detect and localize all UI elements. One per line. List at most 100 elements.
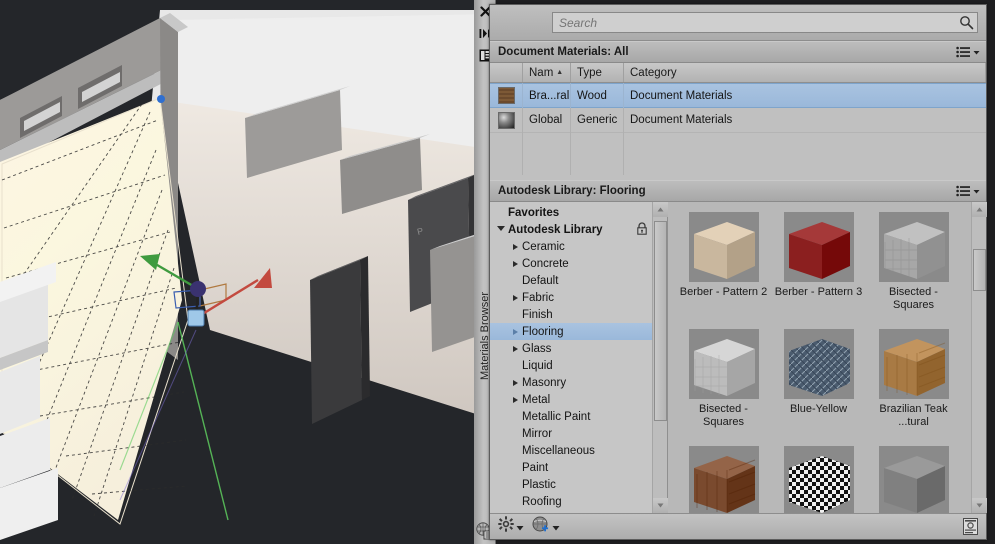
tree-item-favorites[interactable]: Favorites: [490, 204, 652, 221]
material-cell[interactable]: Bisected - Squares: [676, 325, 771, 442]
library-body: Favorites Autodesk Library Ceramic Concrete…: [490, 202, 987, 513]
tree-item-liquid[interactable]: Liquid: [490, 357, 652, 374]
tree-item-autodesk-library[interactable]: Autodesk Library: [490, 221, 652, 238]
scroll-down-icon[interactable]: [971, 498, 987, 513]
browser-footer: [490, 513, 986, 539]
tree-item-masonry[interactable]: Masonry: [490, 374, 652, 391]
bisected-squares-light-swatch[interactable]: [688, 329, 759, 399]
search-icon[interactable]: [955, 15, 977, 30]
new-material-button[interactable]: [530, 515, 562, 539]
library-tree[interactable]: Favorites Autodesk Library Ceramic Concrete…: [490, 202, 652, 513]
table-row[interactable]: Global Generic Document Materials: [490, 107, 986, 133]
tree-item-metallic-paint[interactable]: Metallic Paint: [490, 408, 652, 425]
tree-item-label: Favorites: [508, 206, 560, 219]
materials-browser-screen: P Materials Browser Search Document Mate…: [0, 0, 995, 544]
column-header-type[interactable]: Type: [571, 63, 624, 82]
tree-item-label: Finish: [522, 308, 553, 321]
chevron-right-icon[interactable]: [508, 379, 522, 386]
chevron-right-icon[interactable]: [508, 243, 522, 250]
scroll-up-icon[interactable]: [652, 202, 668, 217]
column-header-category[interactable]: Category: [624, 63, 986, 82]
search-row: [490, 5, 986, 41]
material-label: Bisected - Squares: [889, 286, 938, 311]
tree-scroll-track[interactable]: [653, 217, 668, 498]
chevron-right-icon[interactable]: [508, 294, 522, 301]
viewport-render: P: [0, 0, 495, 544]
list-options-icon[interactable]: [956, 46, 980, 58]
tree-item-fabric[interactable]: Fabric: [490, 289, 652, 306]
material-cell[interactable]: Berber - Pattern 3: [771, 208, 866, 325]
material-cell[interactable]: [676, 442, 771, 513]
tree-item-default[interactable]: Default: [490, 272, 652, 289]
tree-item-label: Plastic: [522, 478, 556, 491]
blue-yellow-swatch[interactable]: [783, 329, 854, 399]
berber-pattern-2-swatch[interactable]: [688, 212, 759, 282]
tree-item-roofing[interactable]: Roofing: [490, 493, 652, 510]
materials-browser-panel: Document Materials: All Nam ▲: [489, 4, 987, 540]
3d-viewport[interactable]: P: [0, 0, 495, 544]
search-input[interactable]: [553, 15, 955, 30]
view-mode-icon[interactable]: [960, 518, 980, 536]
grid-scroll-track[interactable]: [972, 217, 987, 498]
material-label: Bisected - Squares: [699, 403, 748, 428]
material-cell[interactable]: [866, 442, 961, 513]
chevron-down-icon[interactable]: [552, 518, 560, 536]
global-swatch: [497, 111, 515, 129]
tree-scrollbar[interactable]: [652, 202, 668, 513]
chevron-down-icon[interactable]: [494, 225, 508, 234]
table-rows: Bra...ral Wood Document Materials Global…: [490, 83, 986, 180]
brazilian-teak-swatch[interactable]: [878, 329, 949, 399]
tree-item-ceramic[interactable]: Ceramic: [490, 238, 652, 255]
column-header-category-label: Category: [630, 66, 677, 79]
tree-item-label: Mirror: [522, 427, 553, 440]
checker-swatch[interactable]: [783, 446, 854, 513]
tree-item-miscellaneous[interactable]: Miscellaneous: [490, 442, 652, 459]
bisected-squares-grey-swatch[interactable]: [878, 212, 949, 282]
grid-scrollbar[interactable]: [971, 202, 987, 513]
tree-scroll-thumb[interactable]: [653, 221, 667, 421]
chevron-right-icon[interactable]: [508, 396, 522, 403]
chevron-right-icon[interactable]: [508, 260, 522, 267]
tree-item-mirror[interactable]: Mirror: [490, 425, 652, 442]
tree-item-glass[interactable]: Glass: [490, 340, 652, 357]
material-grid-scroll[interactable]: Berber - Pattern 2 Berber - Pattern 3 Bise…: [668, 202, 971, 513]
chevron-right-icon[interactable]: [508, 345, 522, 352]
column-header-name[interactable]: Nam ▲: [523, 63, 571, 82]
list-options-icon[interactable]: [956, 185, 980, 197]
material-cell[interactable]: Bisected - Squares: [866, 208, 961, 325]
material-cell[interactable]: Berber - Pattern 2: [676, 208, 771, 325]
row-type-cell: Generic: [571, 107, 624, 133]
table-row[interactable]: Bra...ral Wood Document Materials: [490, 83, 986, 108]
scroll-up-icon[interactable]: [971, 202, 987, 217]
new-material-sphere-icon[interactable]: [532, 516, 550, 538]
chevron-right-icon[interactable]: [508, 328, 522, 335]
material-cell[interactable]: [771, 442, 866, 513]
grey-swatch[interactable]: [878, 446, 949, 513]
row-swatch-cell: [490, 107, 523, 133]
material-cell[interactable]: Blue-Yellow: [771, 325, 866, 442]
tree-item-paint[interactable]: Paint: [490, 459, 652, 476]
material-cell[interactable]: Brazilian Teak ...tural: [866, 325, 961, 442]
chevron-down-icon[interactable]: [516, 518, 524, 536]
berber-pattern-3-swatch[interactable]: [783, 212, 854, 282]
tree-item-finish[interactable]: Finish: [490, 306, 652, 323]
tree-item-label: Paint: [522, 461, 549, 474]
scroll-down-icon[interactable]: [652, 498, 668, 513]
material-label: Brazilian Teak ...tural: [879, 403, 948, 428]
library-tree-pane: Favorites Autodesk Library Ceramic Concrete…: [490, 202, 668, 513]
tree-item-flooring[interactable]: Flooring: [490, 323, 652, 340]
column-header-swatch[interactable]: [490, 63, 523, 82]
material-label: Berber - Pattern 3: [774, 286, 863, 298]
grid-scroll-thumb[interactable]: [972, 249, 986, 291]
wood-swatch: [497, 87, 515, 104]
tree-item-plastic[interactable]: Plastic: [490, 476, 652, 493]
material-swatch-pane: Berber - Pattern 2 Berber - Pattern 3 Bise…: [668, 202, 987, 513]
row-swatch-cell: [490, 83, 523, 108]
tree-item-concrete[interactable]: Concrete: [490, 255, 652, 272]
tree-item-metal[interactable]: Metal: [490, 391, 652, 408]
dark-wood-swatch[interactable]: [688, 446, 759, 513]
search-box[interactable]: [552, 12, 978, 33]
settings-button[interactable]: [496, 515, 526, 538]
document-materials-table: Nam ▲ Type Category Bra...ral Wood Docum…: [490, 63, 986, 180]
gear-icon[interactable]: [498, 516, 514, 537]
